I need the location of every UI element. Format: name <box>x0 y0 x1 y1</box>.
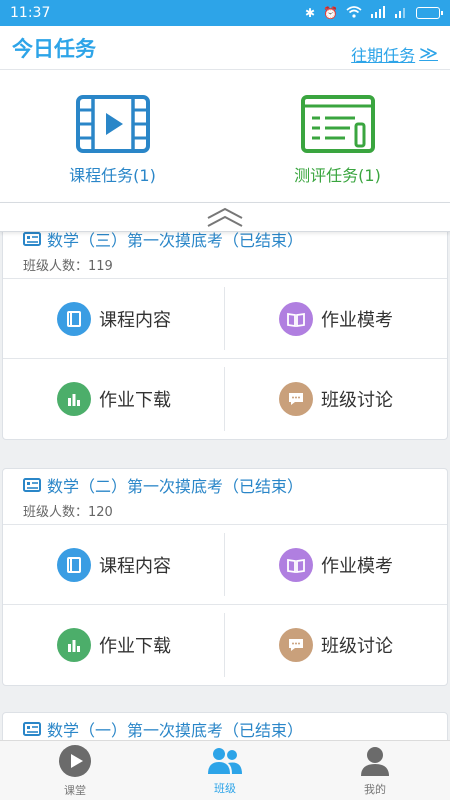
class-card-header[interactable]: 数学（一）第一次摸底考（已结束） <box>3 713 447 740</box>
bar-chart-icon <box>57 628 91 662</box>
class-discussion-label: 班级讨论 <box>321 636 393 657</box>
page-title: 今日任务 <box>12 36 96 61</box>
class-discussion-label: 班级讨论 <box>321 390 393 411</box>
status-bar: 11:37 ✱ ⏰ <box>0 0 450 26</box>
book-icon <box>57 547 91 582</box>
play-circle-icon <box>59 744 91 777</box>
class-list[interactable]: 数学（三）第一次摸底考（已结束） 班级人数：119 课程内容 作业模考 作业下载… <box>0 232 450 740</box>
signal-2-icon <box>394 6 408 21</box>
course-content-label: 课程内容 <box>99 309 171 331</box>
bluetooth-icon: ✱ <box>304 6 316 20</box>
nav-classroom[interactable]: 课堂 <box>0 741 150 800</box>
class-discussion-button[interactable]: 班级讨论 <box>225 605 447 685</box>
homework-exam-label: 作业模考 <box>321 309 393 331</box>
course-content-button[interactable]: 课程内容 <box>3 525 225 605</box>
class-title-row: 数学（三）第一次摸底考（已结束） <box>23 232 429 251</box>
class-card-icon <box>23 232 41 246</box>
header: 今日任务 往期任务 ≫ <box>0 26 450 70</box>
quiz-sheet-icon <box>300 95 375 153</box>
class-actions: 课程内容 作业模考 作业下载 班级讨论 <box>3 279 447 439</box>
class-title: 数学（三）第一次摸底考（已结束） <box>47 232 304 250</box>
homework-download-button[interactable]: 作业下载 <box>3 605 225 685</box>
bar-chart-icon <box>57 382 91 416</box>
class-title-row: 数学（一）第一次摸底考（已结束） <box>23 717 429 740</box>
chat-bubble-icon <box>279 628 313 662</box>
task-row: 课程任务(1) 测评任务(1) <box>0 70 450 200</box>
class-card-header[interactable]: 数学（二）第一次摸底考（已结束） 班级人数：120 <box>3 469 447 525</box>
nav-classroom-label: 课堂 <box>64 783 86 797</box>
status-icons: ✱ ⏰ <box>304 5 443 21</box>
homework-download-label: 作业下载 <box>99 390 171 411</box>
class-discussion-button[interactable]: 班级讨论 <box>225 359 447 439</box>
homework-download-button[interactable]: 作业下载 <box>3 359 225 439</box>
class-title: 数学（二）第一次摸底考（已结束） <box>47 477 304 496</box>
chat-bubble-icon <box>279 382 313 416</box>
double-chevron-up-icon <box>207 207 243 227</box>
class-card-icon <box>23 722 41 736</box>
group-icon <box>208 747 242 774</box>
course-content-button[interactable]: 课程内容 <box>3 279 225 359</box>
film-play-icon <box>75 95 150 153</box>
class-card-icon <box>23 478 41 492</box>
quiz-task-label: 测评任务(1) <box>294 166 381 185</box>
nav-class-label: 班级 <box>214 781 236 795</box>
class-card-header[interactable]: 数学（三）第一次摸底考（已结束） 班级人数：119 <box>3 232 447 279</box>
double-chevron-right-icon: ≫ <box>419 43 438 64</box>
class-member-count: 班级人数：120 <box>23 505 113 520</box>
homework-exam-label: 作业模考 <box>321 555 393 577</box>
class-card: 数学（三）第一次摸底考（已结束） 班级人数：119 课程内容 作业模考 作业下载… <box>2 232 448 440</box>
history-tasks-link[interactable]: 往期任务 ≫ <box>351 42 438 66</box>
nav-mine[interactable]: 我的 <box>300 741 450 800</box>
open-book-icon <box>279 547 313 582</box>
nav-mine-label: 我的 <box>364 782 386 796</box>
history-tasks-label: 往期任务 <box>351 45 416 65</box>
homework-exam-button[interactable]: 作业模考 <box>225 525 447 605</box>
person-icon <box>361 746 389 776</box>
homework-exam-button[interactable]: 作业模考 <box>225 279 447 359</box>
course-task-button[interactable]: 课程任务(1) <box>0 70 225 200</box>
book-icon <box>57 301 91 336</box>
signal-icon <box>370 5 386 21</box>
course-task-label: 课程任务(1) <box>69 166 156 185</box>
course-content-label: 课程内容 <box>99 555 171 577</box>
homework-download-label: 作业下载 <box>99 636 171 657</box>
class-card: 数学（二）第一次摸底考（已结束） 班级人数：120 课程内容 作业模考 作业下载… <box>2 468 448 686</box>
class-card: 数学（一）第一次摸底考（已结束） <box>2 712 448 740</box>
status-time: 11:37 <box>10 5 51 21</box>
open-book-icon <box>279 301 313 336</box>
quiz-task-button[interactable]: 测评任务(1) <box>225 70 450 200</box>
class-actions: 课程内容 作业模考 作业下载 班级讨论 <box>3 525 447 685</box>
today-tasks-panel: 今日任务 往期任务 ≫ 课程任务(1) 测评任务(1) <box>0 26 450 202</box>
collapse-toggle[interactable] <box>0 202 450 232</box>
alarm-icon: ⏰ <box>323 6 338 20</box>
class-member-count: 班级人数：119 <box>23 259 113 274</box>
class-title: 数学（一）第一次摸底考（已结束） <box>47 721 304 740</box>
class-title-row: 数学（二）第一次摸底考（已结束） <box>23 473 429 497</box>
battery-icon <box>416 7 443 19</box>
nav-class[interactable]: 班级 <box>150 741 300 800</box>
bottom-nav: 课堂 班级 我的 <box>0 740 450 800</box>
wifi-icon <box>346 5 362 21</box>
